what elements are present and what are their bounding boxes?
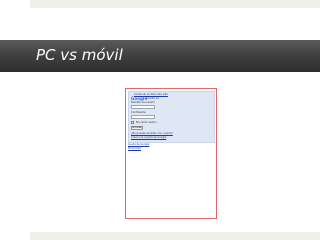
password-field[interactable] <box>131 115 155 119</box>
slide-title: PC vs móvil <box>36 46 123 64</box>
login-panel: Continuar en Bloconto sitio Google Cuent… <box>128 91 215 143</box>
bottom-decor-strip <box>30 232 320 240</box>
privacy-link[interactable]: Privacidad <box>128 147 141 150</box>
remember-checkbox[interactable] <box>131 121 134 124</box>
remember-label: No cerrar sesión <box>136 121 157 124</box>
top-decor-strip <box>30 0 320 8</box>
username-label: Nombre de usuario <box>131 101 155 104</box>
signin-button[interactable]: Acceder <box>131 126 143 130</box>
cant-access-link[interactable]: ¿No puedes acceder a tu cuenta? <box>131 132 173 135</box>
account-caption: Cuenta de <box>146 97 159 100</box>
create-account-link[interactable]: Crear una cuenta de Google <box>131 136 166 139</box>
username-field[interactable] <box>131 105 155 109</box>
help-link[interactable]: Ayuda de Google <box>128 143 149 146</box>
mobile-screenshot: Continuar en Bloconto sitio Google Cuent… <box>125 88 217 219</box>
password-label: Contraseña <box>131 111 146 114</box>
